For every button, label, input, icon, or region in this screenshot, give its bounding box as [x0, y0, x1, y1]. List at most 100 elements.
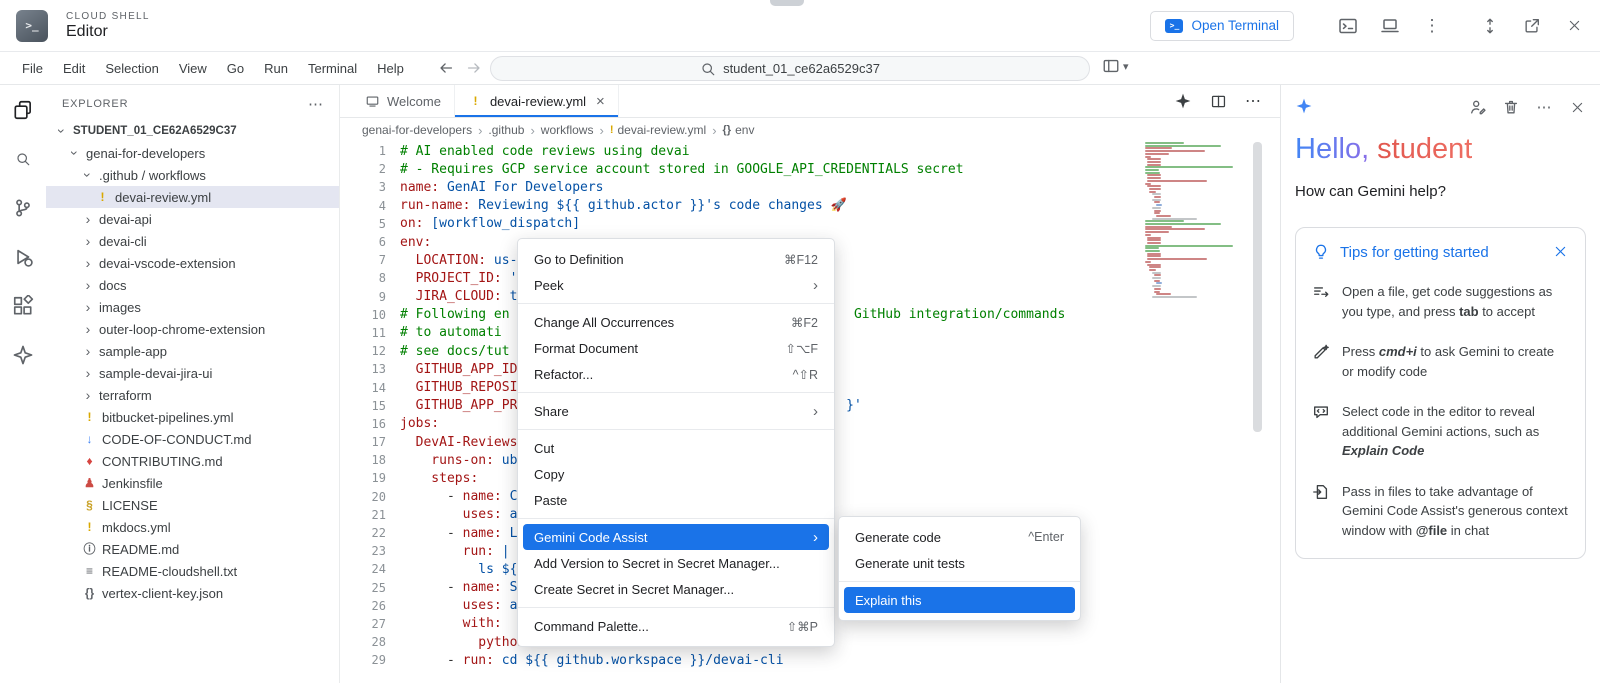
- line-number: 22: [340, 526, 386, 540]
- scrollbar-thumb[interactable]: [1253, 142, 1262, 432]
- tree-folder-sample-devai-jira-ui[interactable]: ›sample-devai-jira-ui: [46, 362, 339, 384]
- minimap[interactable]: [1145, 142, 1245, 332]
- tab-welcome[interactable]: Welcome: [352, 85, 455, 117]
- chevron-icon: ›: [82, 388, 94, 402]
- toggle-terminal-icon[interactable]: [1338, 16, 1358, 36]
- tree-label: README.md: [102, 542, 179, 557]
- menu-item-refactor[interactable]: Refactor...^⇧R: [523, 361, 829, 387]
- tip-item: Open a file, get code suggestions as you…: [1312, 282, 1569, 321]
- tree-folder-outer-loop-chrome-extension[interactable]: ›outer-loop-chrome-extension: [46, 318, 339, 340]
- tree-file-license[interactable]: §LICENSE: [46, 494, 339, 516]
- drag-handle[interactable]: [770, 0, 804, 6]
- nav-back-icon[interactable]: [436, 58, 456, 78]
- chevron-icon: ›: [81, 169, 95, 181]
- activity-run-debug-button[interactable]: [12, 246, 34, 268]
- menu-help[interactable]: Help: [367, 52, 414, 84]
- menu-terminal[interactable]: Terminal: [298, 52, 367, 84]
- feedback-icon[interactable]: [1469, 98, 1487, 116]
- menu-file[interactable]: File: [12, 52, 53, 84]
- split-editor-icon[interactable]: [1209, 92, 1227, 110]
- tree-folder-images[interactable]: ›images: [46, 296, 339, 318]
- gemini-sparkle-icon: [1295, 97, 1315, 117]
- menu-item-explain-this[interactable]: Explain this: [844, 587, 1075, 613]
- expand-collapse-icon[interactable]: [1480, 16, 1500, 36]
- close-tips-icon[interactable]: [1553, 244, 1569, 260]
- tree-file-jenkinsfile[interactable]: ♟Jenkinsfile: [46, 472, 339, 494]
- line-number: 7: [340, 253, 386, 267]
- tree-label: sample-devai-jira-ui: [99, 366, 212, 381]
- menu-item-cut[interactable]: Cut: [523, 435, 829, 461]
- tip-text: Open a file, get code suggestions as you…: [1342, 282, 1569, 321]
- more-vertical-icon[interactable]: ⋮: [1422, 16, 1442, 36]
- tree-file-code-of-conduct-md[interactable]: ↓CODE-OF-CONDUCT.md: [46, 428, 339, 450]
- tree-label: devai-api: [99, 212, 152, 227]
- shortcut-label: ⌘F2: [791, 315, 818, 330]
- menu-item-create-secret-in-secret-manager[interactable]: Create Secret in Secret Manager...: [523, 576, 829, 602]
- open-terminal-button[interactable]: >_ Open Terminal: [1150, 11, 1294, 41]
- line-number: 24: [340, 562, 386, 576]
- menu-item-generate-code[interactable]: Generate code^Enter: [844, 524, 1075, 550]
- explorer-more-icon[interactable]: ⋯: [308, 95, 323, 113]
- search-input[interactable]: student_01_ce62a6529c37: [490, 56, 1090, 81]
- tree-folder-devai-cli[interactable]: ›devai-cli: [46, 230, 339, 252]
- delete-chat-icon[interactable]: [1502, 98, 1520, 116]
- tree-file-readme-cloudshell-txt[interactable]: ≡README-cloudshell.txt: [46, 560, 339, 582]
- tree-folder-student-01-ce62a6529c37[interactable]: ›STUDENT_01_CE62A6529C37: [46, 120, 339, 142]
- shortcut-label: ⇧⌥F: [785, 341, 818, 356]
- menu-selection[interactable]: Selection: [95, 52, 168, 84]
- breadcrumb-item[interactable]: genai-for-developers: [362, 123, 472, 137]
- menu-item-copy[interactable]: Copy: [523, 461, 829, 487]
- line-number: 20: [340, 490, 386, 504]
- menu-item-format-document[interactable]: Format Document⇧⌥F: [523, 335, 829, 361]
- breadcrumb-item[interactable]: !devai-review.yml: [610, 123, 706, 137]
- menu-item-paste[interactable]: Paste: [523, 487, 829, 513]
- tree-file-mkdocs-yml[interactable]: !mkdocs.yml: [46, 516, 339, 538]
- activity-gemini-button[interactable]: [12, 344, 34, 366]
- gemini-sparkle-icon[interactable]: [1174, 92, 1192, 110]
- tab-devai-review-yml[interactable]: !devai-review.yml×: [455, 85, 619, 117]
- tree-folder-sample-app[interactable]: ›sample-app: [46, 340, 339, 362]
- menu-edit[interactable]: Edit: [53, 52, 95, 84]
- menu-go[interactable]: Go: [217, 52, 254, 84]
- menu-item-change-all-occurrences[interactable]: Change All Occurrences⌘F2: [523, 309, 829, 335]
- menu-item-share[interactable]: Share›: [523, 398, 829, 424]
- breadcrumb-item[interactable]: workflows: [541, 123, 594, 137]
- activity-extensions-button[interactable]: [12, 295, 34, 317]
- tree-folder-docs[interactable]: ›docs: [46, 274, 339, 296]
- menu-item-command-palette[interactable]: Command Palette...⇧⌘P: [523, 613, 829, 639]
- menu-view[interactable]: View: [169, 52, 217, 84]
- web-preview-icon[interactable]: [1380, 16, 1400, 36]
- tree-label: CONTRIBUTING.md: [102, 454, 223, 469]
- close-tab-icon[interactable]: ×: [596, 93, 605, 110]
- close-icon[interactable]: [1564, 16, 1584, 36]
- vertical-scrollbar[interactable]: [1252, 142, 1263, 683]
- tree-folder-terraform[interactable]: ›terraform: [46, 384, 339, 406]
- activity-search-button[interactable]: [12, 148, 34, 170]
- tree-folder-devai-vscode-extension[interactable]: ›devai-vscode-extension: [46, 252, 339, 274]
- tree-file-bitbucket-pipelines-yml[interactable]: !bitbucket-pipelines.yml: [46, 406, 339, 428]
- menu-item-peek[interactable]: Peek›: [523, 272, 829, 298]
- close-panel-icon[interactable]: [1568, 98, 1586, 116]
- tree-folder-genai-for-developers[interactable]: ›genai-for-developers: [46, 142, 339, 164]
- tree-folder-devai-api[interactable]: ›devai-api: [46, 208, 339, 230]
- tree-file-vertex-client-key-json[interactable]: {}vertex-client-key.json: [46, 582, 339, 604]
- menu-item-add-version-to-secret-in-secret-manager[interactable]: Add Version to Secret in Secret Manager.…: [523, 550, 829, 576]
- nav-forward-icon[interactable]: [464, 58, 484, 78]
- activity-explorer-button[interactable]: [12, 99, 34, 121]
- open-in-new-icon[interactable]: [1522, 16, 1542, 36]
- more-horizontal-icon[interactable]: ⋯: [1244, 92, 1262, 110]
- tree-file-contributing-md[interactable]: ♦CONTRIBUTING.md: [46, 450, 339, 472]
- menu-item-generate-unit-tests[interactable]: Generate unit tests: [844, 550, 1075, 576]
- activity-source-control-button[interactable]: [12, 197, 34, 219]
- more-horizontal-icon[interactable]: ⋯: [1535, 98, 1553, 116]
- editor-layout-button[interactable]: ▾: [1102, 57, 1129, 75]
- tree-file-readme-md[interactable]: ⓘREADME.md: [46, 538, 339, 560]
- menu-item-gemini-code-assist[interactable]: Gemini Code Assist›: [523, 524, 829, 550]
- menu-run[interactable]: Run: [254, 52, 298, 84]
- tree-file-devai-review-yml[interactable]: !devai-review.yml: [46, 186, 339, 208]
- tree-folder-github-workflows[interactable]: ›.github / workflows: [46, 164, 339, 186]
- submenu-arrow-icon: ›: [813, 277, 818, 294]
- breadcrumb-item[interactable]: {}env: [723, 123, 755, 137]
- menu-item-go-to-definition[interactable]: Go to Definition⌘F12: [523, 246, 829, 272]
- breadcrumb-item[interactable]: .github: [488, 123, 524, 137]
